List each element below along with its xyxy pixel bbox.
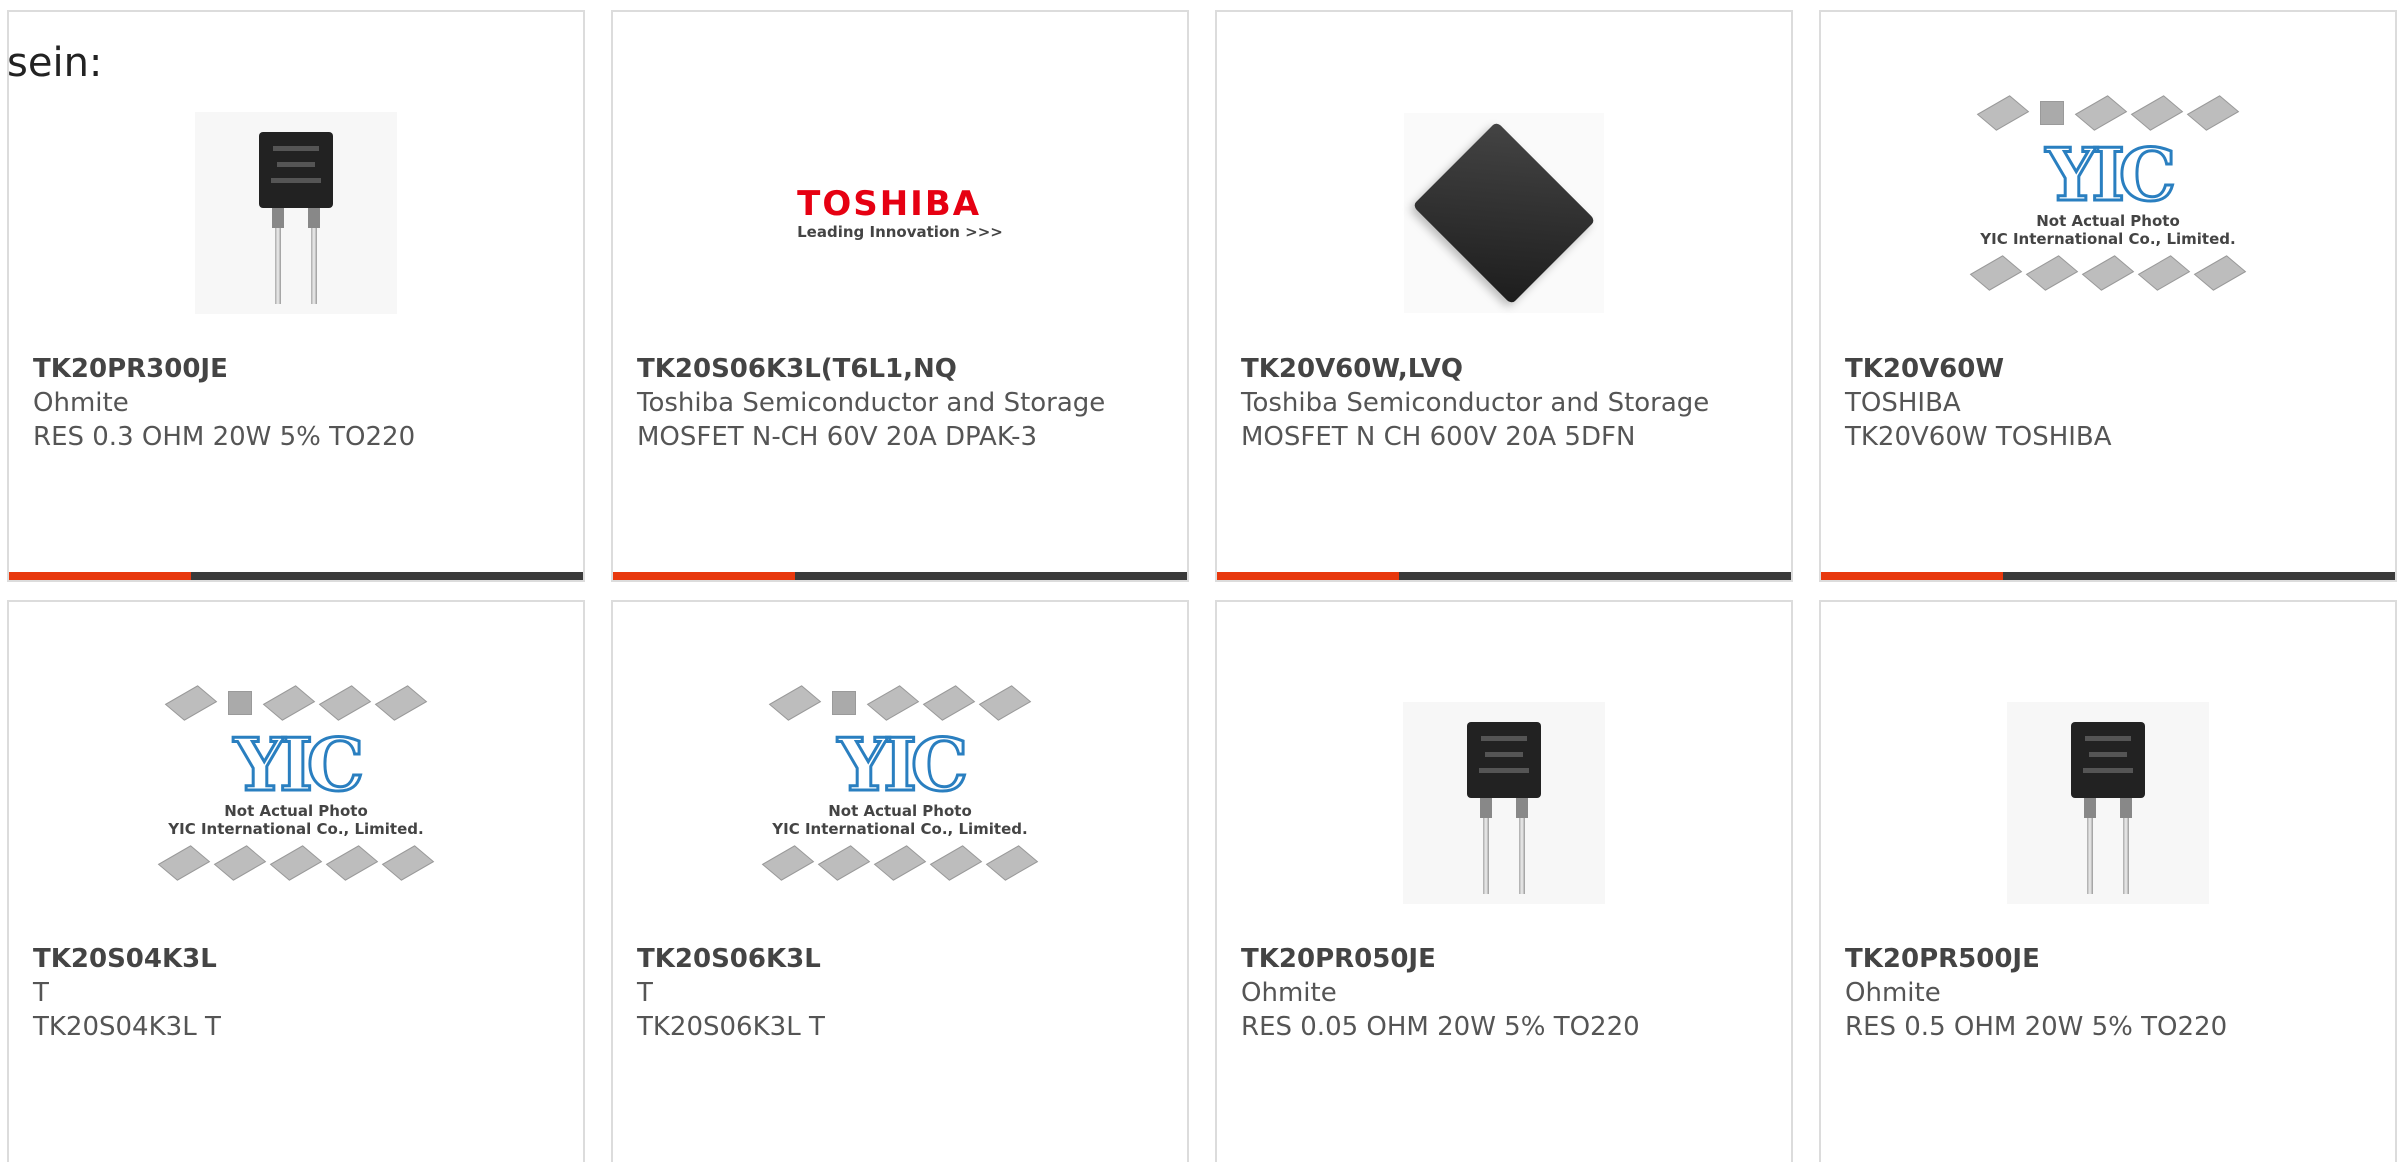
product-description: TK20S06K3L T: [637, 1012, 825, 1042]
resistor-image: [195, 112, 397, 314]
product-card[interactable]: TK20PR300JE Ohmite RES 0.3 OHM 20W 5% TO…: [7, 10, 585, 582]
product-part-number[interactable]: TK20V60W: [1845, 352, 2375, 386]
product-card[interactable]: YIC Not Actual Photo YIC International C…: [7, 600, 585, 1162]
product-description: RES 0.05 OHM 20W 5% TO220: [1241, 1012, 1640, 1042]
product-card[interactable]: YIC Not Actual Photo YIC International C…: [611, 600, 1189, 1162]
product-description: RES 0.5 OHM 20W 5% TO220: [1845, 1012, 2228, 1042]
product-image[interactable]: TOSHIBA Leading Innovation >>>: [613, 78, 1187, 348]
product-manufacturer: T: [33, 978, 49, 1008]
toshiba-logo: TOSHIBA Leading Innovation >>>: [797, 184, 1003, 241]
card-footer-bar: [9, 572, 583, 580]
placeholder-image: YIC Not Actual Photo YIC International C…: [1969, 88, 2247, 338]
product-manufacturer: T: [637, 978, 653, 1008]
product-part-number[interactable]: TK20S04K3L: [33, 942, 563, 976]
product-card[interactable]: YIC Not Actual Photo YIC International C…: [1819, 10, 2397, 582]
product-card[interactable]: TK20PR050JE Ohmite RES 0.05 OHM 20W 5% T…: [1215, 600, 1793, 1162]
placeholder-image: YIC Not Actual Photo YIC International C…: [157, 678, 435, 928]
product-description: RES 0.3 OHM 20W 5% TO220: [33, 422, 416, 452]
product-grid-page: sein: TK20PR300JE Ohmite RES 0.3 OHM 20W…: [0, 0, 2400, 1162]
product-manufacturer: Ohmite: [1845, 978, 1941, 1008]
product-image[interactable]: YIC Not Actual Photo YIC International C…: [1821, 78, 2395, 348]
lead-text: sein:: [7, 40, 103, 86]
product-part-number[interactable]: TK20S06K3L(T6L1,NQ: [637, 352, 1167, 386]
product-description: MOSFET N CH 600V 20A 5DFN: [1241, 422, 1636, 452]
product-description: TK20S04K3L T: [33, 1012, 221, 1042]
resistor-image: [1403, 702, 1605, 904]
product-image[interactable]: YIC Not Actual Photo YIC International C…: [9, 668, 583, 938]
chip-image: [1404, 113, 1604, 313]
card-footer-bar: [1821, 572, 2395, 580]
product-image[interactable]: [1217, 668, 1791, 938]
product-part-number[interactable]: TK20V60W,LVQ: [1241, 352, 1771, 386]
card-footer-bar: [613, 572, 1187, 580]
product-manufacturer: Ohmite: [1241, 978, 1337, 1008]
product-manufacturer: Toshiba Semiconductor and Storage: [637, 388, 1106, 418]
product-image[interactable]: [1217, 78, 1791, 348]
placeholder-image: YIC Not Actual Photo YIC International C…: [761, 678, 1039, 928]
product-description: MOSFET N-CH 60V 20A DPAK-3: [637, 422, 1038, 452]
product-description: TK20V60W TOSHIBA: [1845, 422, 2112, 452]
product-image[interactable]: [9, 78, 583, 348]
product-card[interactable]: TOSHIBA Leading Innovation >>> TK20S06K3…: [611, 10, 1189, 582]
product-part-number[interactable]: TK20PR300JE: [33, 352, 563, 386]
product-part-number[interactable]: TK20PR050JE: [1241, 942, 1771, 976]
product-image[interactable]: YIC Not Actual Photo YIC International C…: [613, 668, 1187, 938]
product-image[interactable]: [1821, 668, 2395, 938]
resistor-image: [2007, 702, 2209, 904]
card-footer-bar: [1217, 572, 1791, 580]
product-part-number[interactable]: TK20S06K3L: [637, 942, 1167, 976]
product-manufacturer: TOSHIBA: [1845, 388, 1961, 418]
product-manufacturer: Toshiba Semiconductor and Storage: [1241, 388, 1710, 418]
product-part-number[interactable]: TK20PR500JE: [1845, 942, 2375, 976]
product-card[interactable]: TK20PR500JE Ohmite RES 0.5 OHM 20W 5% TO…: [1819, 600, 2397, 1162]
product-manufacturer: Ohmite: [33, 388, 129, 418]
product-card[interactable]: TK20V60W,LVQ Toshiba Semiconductor and S…: [1215, 10, 1793, 582]
